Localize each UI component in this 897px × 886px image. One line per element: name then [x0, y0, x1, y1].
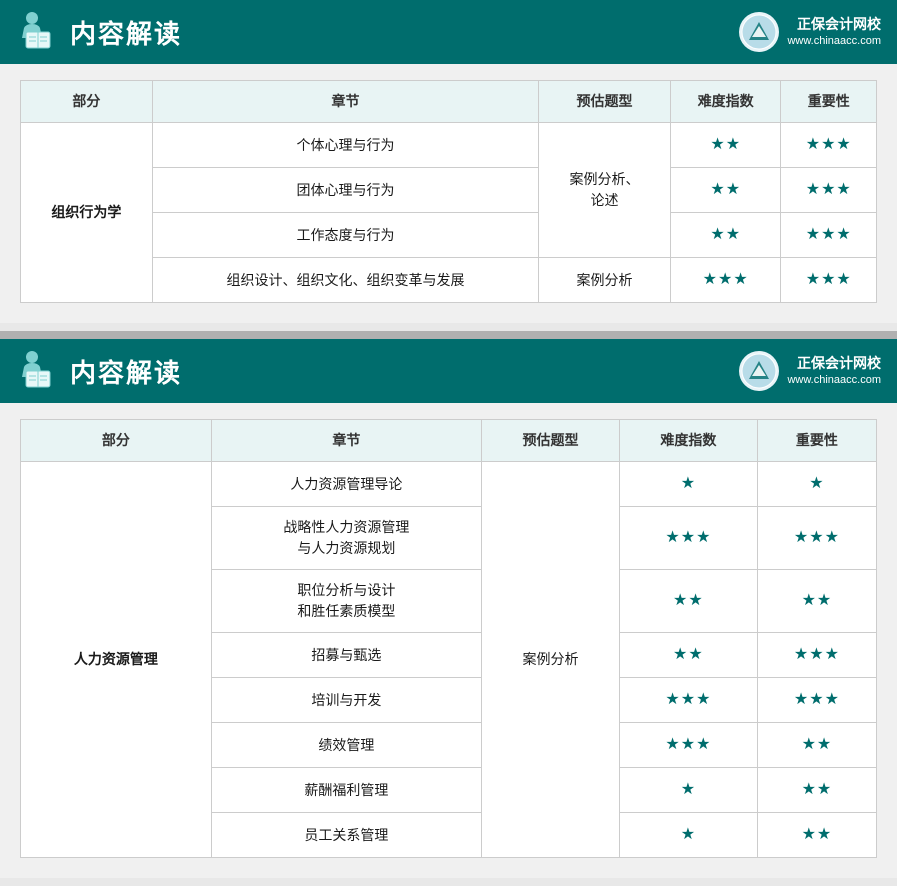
table-row: 人力资源管理 人力资源管理导论 案例分析 ★ ★	[21, 462, 877, 507]
importance-cell: ★★	[757, 723, 876, 768]
chapter-cell: 薪酬福利管理	[211, 768, 481, 813]
importance-cell: ★★★	[757, 507, 876, 570]
importance-cell: ★★	[757, 570, 876, 633]
difficulty-cell: ★★	[619, 570, 757, 633]
chapter-cell: 团体心理与行为	[152, 168, 538, 213]
difficulty-cell: ★★	[670, 123, 781, 168]
difficulty-cell: ★★★	[619, 507, 757, 570]
logo-circle-2	[739, 351, 779, 391]
difficulty-cell: ★★	[670, 213, 781, 258]
logo-text-1: 正保会计网校 www.chinaacc.com	[787, 15, 881, 50]
col-part-2: 部分	[21, 420, 212, 462]
difficulty-cell: ★★★	[619, 678, 757, 723]
header-left-1: 内容解读	[16, 10, 182, 54]
header-right-2: 正保会计网校 www.chinaacc.com	[739, 351, 881, 391]
col-examtype-2: 预估题型	[482, 420, 620, 462]
col-chapter-1: 章节	[152, 81, 538, 123]
part-cell-1: 组织行为学	[21, 123, 153, 303]
table-container-2: 部分 章节 预估题型 难度指数 重要性 人力资源管理 人力资源管理导论 案例分析…	[0, 419, 897, 858]
section-divider	[0, 331, 897, 339]
col-examtype-1: 预估题型	[539, 81, 671, 123]
book-icon-2	[16, 349, 60, 393]
header-2: 内容解读 正保会计网校 www.chinaacc.com	[0, 339, 897, 403]
importance-cell: ★★★	[781, 258, 877, 303]
importance-cell: ★★	[757, 768, 876, 813]
part-cell-2: 人力资源管理	[21, 462, 212, 858]
table-container-1: 部分 章节 预估题型 难度指数 重要性 组织行为学 个体心理与行为 案例分析、论…	[0, 80, 897, 303]
logo-circle-1	[739, 12, 779, 52]
logo-icon-1	[741, 14, 777, 50]
importance-cell: ★★★	[781, 168, 877, 213]
chapter-cell: 职位分析与设计和胜任素质模型	[211, 570, 481, 633]
examtype-cell-2: 案例分析	[482, 462, 620, 858]
col-importance-2: 重要性	[757, 420, 876, 462]
col-chapter-2: 章节	[211, 420, 481, 462]
header-right-1: 正保会计网校 www.chinaacc.com	[739, 12, 881, 52]
importance-cell: ★★★	[757, 633, 876, 678]
section-2: 内容解读 正保会计网校 www.chinaacc.com 部分 章节	[0, 339, 897, 878]
col-difficulty-1: 难度指数	[670, 81, 781, 123]
header-1: 内容解读 正保会计网校 www.chinaacc.com	[0, 0, 897, 64]
difficulty-cell: ★	[619, 813, 757, 858]
chapter-cell: 培训与开发	[211, 678, 481, 723]
section-1: 内容解读 正保会计网校 www.chinaacc.com 部分 章节	[0, 0, 897, 323]
examtype-cell: 案例分析	[539, 258, 671, 303]
difficulty-cell: ★★★	[619, 723, 757, 768]
book-icon-1	[16, 10, 60, 54]
chapter-cell: 战略性人力资源管理与人力资源规划	[211, 507, 481, 570]
logo-icon-2	[741, 353, 777, 389]
importance-cell: ★	[757, 462, 876, 507]
chapter-cell: 绩效管理	[211, 723, 481, 768]
chapter-cell: 组织设计、组织文化、组织变革与发展	[152, 258, 538, 303]
col-importance-1: 重要性	[781, 81, 877, 123]
importance-cell: ★★★	[781, 213, 877, 258]
chapter-cell: 招募与甄选	[211, 633, 481, 678]
table-2-header-row: 部分 章节 预估题型 难度指数 重要性	[21, 420, 877, 462]
chapter-cell: 工作态度与行为	[152, 213, 538, 258]
difficulty-cell: ★★★	[670, 258, 781, 303]
chapter-cell: 个体心理与行为	[152, 123, 538, 168]
importance-cell: ★★★	[781, 123, 877, 168]
header-left-2: 内容解读	[16, 349, 182, 393]
chapter-cell: 人力资源管理导论	[211, 462, 481, 507]
difficulty-cell: ★★	[670, 168, 781, 213]
examtype-cell: 案例分析、论述	[539, 123, 671, 258]
difficulty-cell: ★	[619, 768, 757, 813]
difficulty-cell: ★★	[619, 633, 757, 678]
table-1: 部分 章节 预估题型 难度指数 重要性 组织行为学 个体心理与行为 案例分析、论…	[20, 80, 877, 303]
importance-cell: ★★★	[757, 678, 876, 723]
table-row: 组织行为学 个体心理与行为 案例分析、论述 ★★ ★★★	[21, 123, 877, 168]
importance-cell: ★★	[757, 813, 876, 858]
table-1-header-row: 部分 章节 预估题型 难度指数 重要性	[21, 81, 877, 123]
table-2: 部分 章节 预估题型 难度指数 重要性 人力资源管理 人力资源管理导论 案例分析…	[20, 419, 877, 858]
difficulty-cell: ★	[619, 462, 757, 507]
section-1-title: 内容解读	[70, 14, 182, 51]
section-2-title: 内容解读	[70, 353, 182, 390]
logo-text-2: 正保会计网校 www.chinaacc.com	[787, 354, 881, 389]
col-difficulty-2: 难度指数	[619, 420, 757, 462]
col-part-1: 部分	[21, 81, 153, 123]
chapter-cell: 员工关系管理	[211, 813, 481, 858]
